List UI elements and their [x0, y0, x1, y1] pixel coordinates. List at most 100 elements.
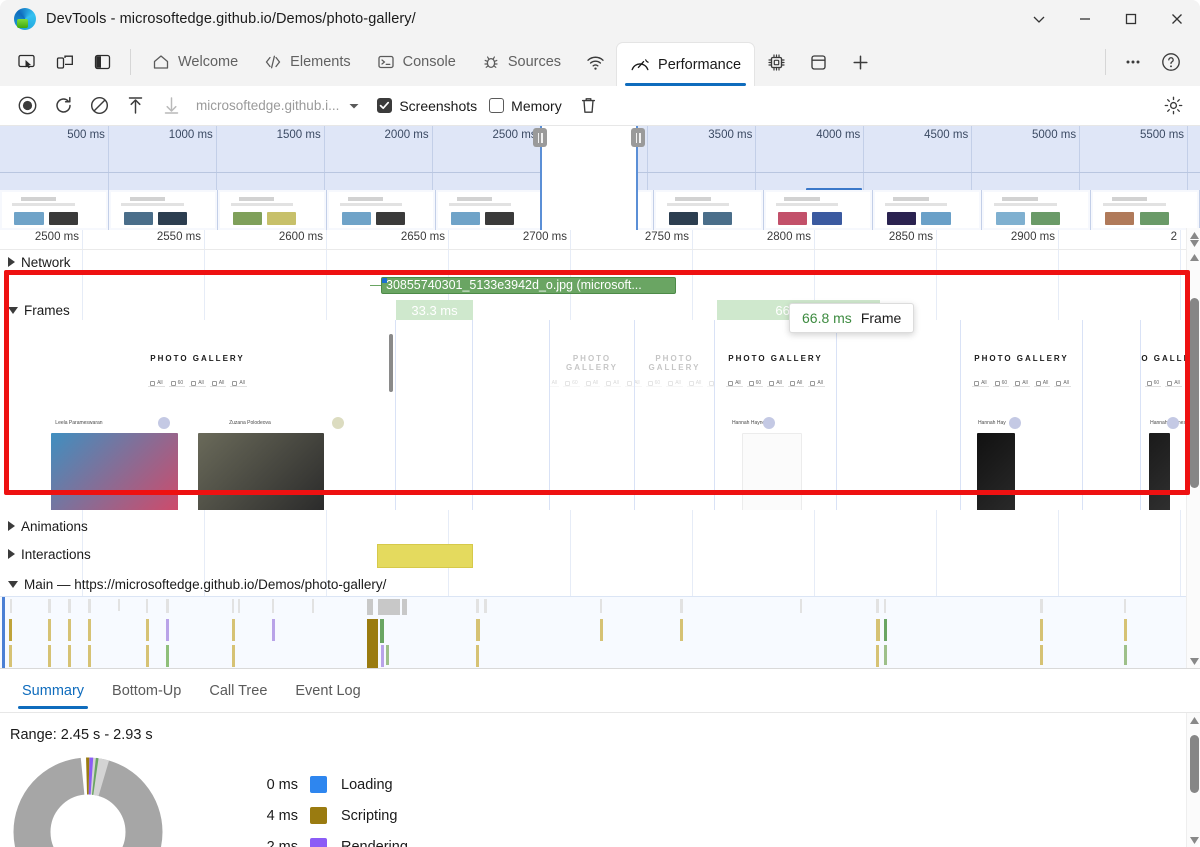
selection-handle-left[interactable]	[533, 128, 547, 147]
detail-vertical-scrollbar[interactable]	[1186, 250, 1200, 668]
flame-chart-bar[interactable]	[476, 645, 479, 667]
flame-chart-bar[interactable]	[232, 619, 235, 641]
tab-sources[interactable]: Sources	[469, 38, 574, 86]
filmstrip-frame[interactable]	[327, 190, 436, 230]
scroll-up-arrow-icon[interactable]	[1187, 713, 1200, 727]
tab-summary[interactable]: Summary	[10, 669, 96, 713]
frame-screenshot[interactable]: PHOTO GALLERYAll60AllAllAllHannah Haynes	[715, 320, 837, 510]
tab-console[interactable]: Console	[364, 38, 469, 86]
flame-chart-bar[interactable]	[272, 599, 274, 613]
flame-chart-bar[interactable]	[2, 597, 5, 668]
filmstrip-frame[interactable]	[873, 190, 982, 230]
tab-performance[interactable]: Performance	[616, 42, 755, 86]
filmstrip-frame[interactable]	[109, 190, 218, 230]
tab-elements[interactable]: Elements	[251, 38, 363, 86]
flame-chart-bar[interactable]	[476, 599, 479, 613]
flame-chart-bar[interactable]	[380, 619, 384, 643]
flame-chart-bar[interactable]	[272, 619, 275, 641]
frame-screenshot[interactable]: PHOTO GALLERYAll60AllAllAll	[635, 320, 715, 510]
download-arrow-icon[interactable]	[154, 91, 188, 121]
flame-chart-bar[interactable]	[476, 619, 480, 641]
more-tools-ellipsis-icon[interactable]	[1114, 43, 1152, 81]
frame-screenshot[interactable]	[473, 320, 550, 510]
flame-chart-bar[interactable]	[876, 645, 879, 667]
network-request-bar[interactable]: 30855740301_5133e3942d_o.jpg (microsoft.…	[381, 277, 676, 294]
frame-screenshots[interactable]: PHOTO GALLERYAll60AllAllAllLeela Parames…	[0, 320, 1200, 510]
maximize-icon[interactable]	[1108, 0, 1154, 38]
device-emulation-icon[interactable]	[46, 43, 84, 81]
tab-application-icon[interactable]	[797, 38, 839, 86]
track-header-animations[interactable]: Animations	[0, 514, 1200, 538]
filmstrip-frame[interactable]	[1091, 190, 1200, 230]
frame-bar[interactable]: 33.3 ms	[396, 300, 473, 320]
frame-screenshot[interactable]: PHOTO GALLERYAll60AllAllAllLeela Parames…	[0, 320, 396, 510]
scroll-down-arrow-icon[interactable]	[1187, 654, 1200, 668]
frame-screenshot[interactable]: PHOTO GALLERYAll60AllAllAllHannah Hay	[961, 320, 1083, 510]
flame-chart-bar[interactable]	[680, 599, 683, 613]
tab-call-tree[interactable]: Call Tree	[197, 669, 279, 713]
filmstrip-frame[interactable]	[436, 190, 545, 230]
selection-handle-right[interactable]	[631, 128, 645, 147]
flame-chart-bar[interactable]	[68, 645, 71, 667]
chevron-down-icon[interactable]	[343, 100, 365, 112]
flame-chart-bar[interactable]	[386, 645, 389, 665]
scroll-down-arrow-icon[interactable]	[1187, 236, 1200, 250]
track-header-interactions[interactable]: Interactions	[0, 542, 1200, 566]
track-header-main[interactable]: Main — https://microsoftedge.github.io/D…	[0, 572, 1200, 596]
screenshots-checkbox[interactable]: Screenshots	[377, 98, 477, 114]
flame-chart-bar[interactable]	[9, 619, 12, 641]
legend-row[interactable]: 2 msRendering	[254, 831, 408, 847]
flame-chart-bar[interactable]	[876, 599, 879, 613]
flame-chart-bar[interactable]	[680, 619, 683, 641]
flame-chart-bar[interactable]	[884, 645, 887, 665]
tab-network-icon[interactable]	[574, 38, 616, 86]
tab-bottom-up[interactable]: Bottom-Up	[100, 669, 193, 713]
clear-prohibited-icon[interactable]	[82, 91, 116, 121]
flame-chart-bar[interactable]	[876, 619, 880, 641]
flame-chart-bar[interactable]	[1124, 645, 1127, 665]
scroll-down-arrow-icon[interactable]	[1187, 833, 1200, 847]
flame-chart-bar[interactable]	[9, 645, 12, 667]
flame-chart-bar[interactable]	[484, 599, 487, 613]
flame-chart-bar[interactable]	[68, 619, 71, 641]
flame-chart-bar[interactable]	[10, 599, 12, 613]
detail-ruler-scroll-arrows[interactable]	[1186, 228, 1200, 250]
flame-chart-bar[interactable]	[166, 599, 169, 613]
reload-icon[interactable]	[46, 91, 80, 121]
frame-screenshot[interactable]: PHOTO GALLERYAll60AllAllAll	[550, 320, 635, 510]
upload-arrow-icon[interactable]	[118, 91, 152, 121]
memory-checkbox[interactable]: Memory	[489, 98, 562, 114]
flame-chart-bar[interactable]	[367, 599, 373, 615]
trash-icon[interactable]	[572, 91, 606, 121]
frame-screenshot[interactable]	[396, 320, 473, 510]
interaction-event-bar[interactable]	[377, 544, 473, 568]
flame-chart-bar[interactable]	[232, 645, 235, 667]
flame-chart-bar[interactable]	[166, 645, 169, 667]
filmstrip-frame[interactable]	[218, 190, 327, 230]
flame-chart-bar[interactable]	[402, 599, 407, 615]
flame-chart-bar[interactable]	[312, 599, 314, 613]
flame-chart-bar[interactable]	[381, 645, 384, 667]
flame-chart-bar[interactable]	[600, 619, 603, 641]
filmstrip-frame[interactable]	[764, 190, 873, 230]
flame-chart-bar[interactable]	[68, 599, 71, 613]
filmstrip-frame[interactable]	[0, 190, 109, 230]
flame-chart-bar[interactable]	[1124, 619, 1127, 641]
inspect-element-icon[interactable]	[8, 43, 46, 81]
flame-chart-bar[interactable]	[88, 645, 91, 667]
flame-chart-bar[interactable]	[884, 599, 886, 613]
flame-chart-bar[interactable]	[600, 599, 602, 613]
help-question-icon[interactable]	[1152, 43, 1190, 81]
flame-chart-bar[interactable]	[1040, 619, 1043, 641]
filmstrip-frame[interactable]	[982, 190, 1091, 230]
profile-selector-value[interactable]: microsoftedge.github.i...	[196, 98, 339, 113]
flame-chart-bar[interactable]	[884, 619, 887, 641]
add-tab-plus-icon[interactable]	[839, 38, 881, 86]
flame-chart-bar[interactable]	[48, 619, 51, 641]
scroll-up-arrow-icon[interactable]	[1187, 250, 1200, 264]
summary-vertical-scrollbar[interactable]	[1186, 713, 1200, 847]
frame-screenshot[interactable]	[837, 320, 961, 510]
flame-chart-bar[interactable]	[118, 599, 120, 611]
capture-settings-gear-icon[interactable]	[1156, 91, 1190, 121]
flame-chart-bar[interactable]	[1040, 599, 1043, 613]
